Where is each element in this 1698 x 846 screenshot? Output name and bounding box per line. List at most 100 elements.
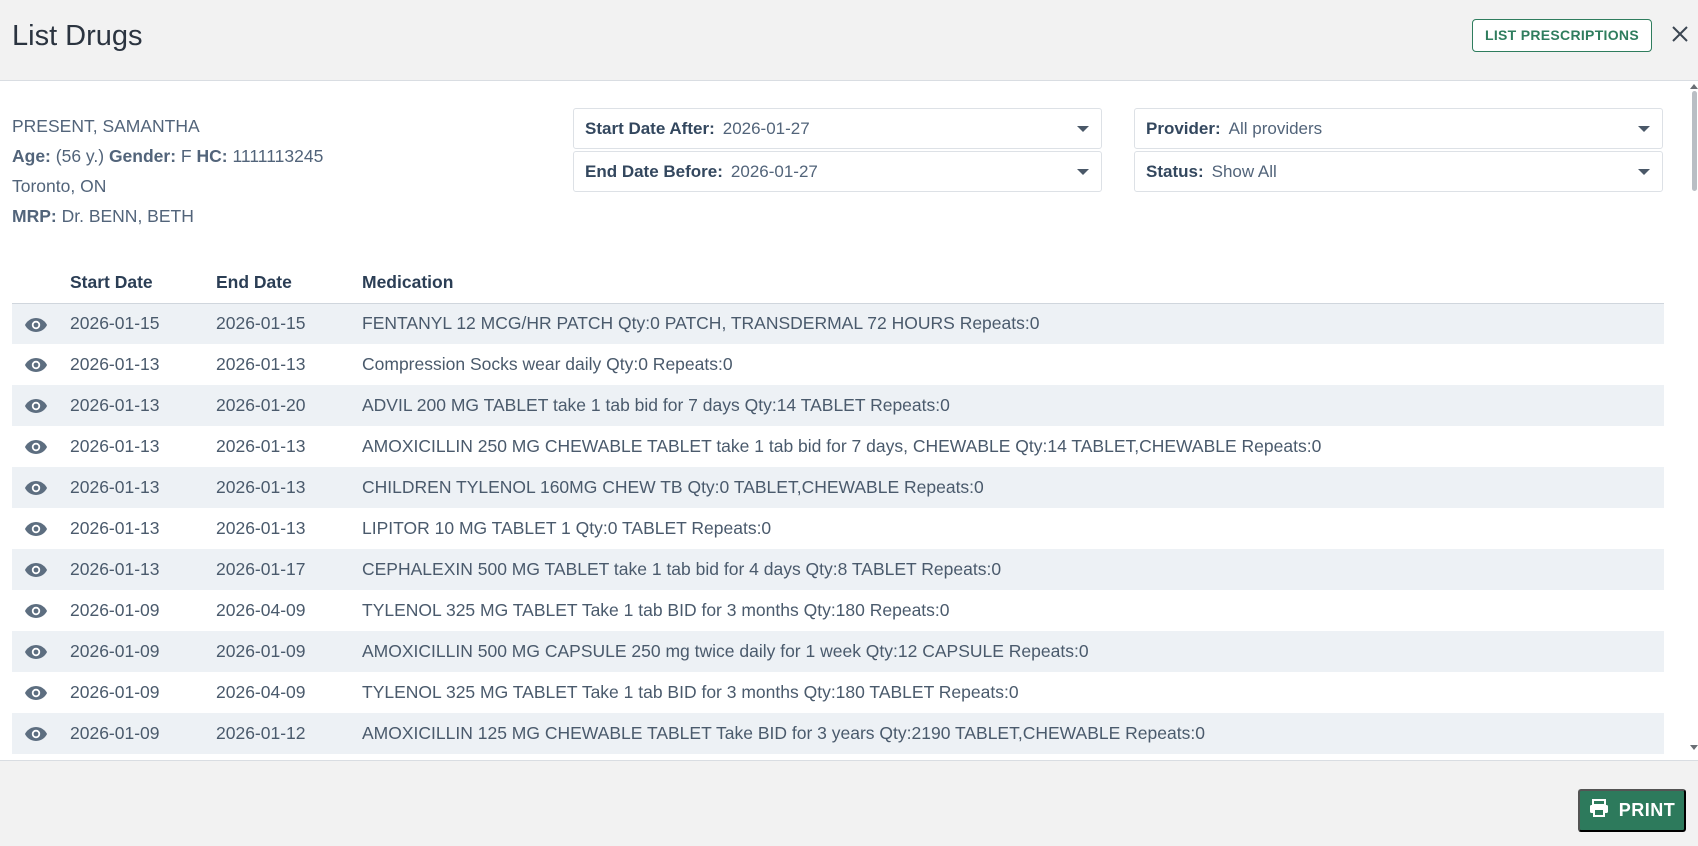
medication-cell: Compression Socks wear daily Qty:0 Repea… (362, 354, 733, 374)
eye-icon[interactable] (24, 685, 48, 701)
eye-icon[interactable] (24, 603, 48, 619)
patient-demographics: Age: (56 y.) Gender: F HC: 1111113245 (12, 141, 323, 171)
end-date-cell: 2026-01-13 (216, 477, 306, 497)
end-date-cell: 2026-01-13 (216, 354, 306, 374)
table-row: 2026-01-13 2026-01-13 CHILDREN TYLENOL 160… (12, 467, 1664, 508)
patient-location: Toronto, ON (12, 176, 107, 196)
start-date-cell: 2026-01-15 (70, 313, 160, 334)
column-header-icon (12, 259, 70, 304)
end-date-cell: 2026-01-12 (216, 723, 306, 743)
provider-filter[interactable]: Provider: All providers (1134, 108, 1663, 149)
medication-cell: FENTANYL 12 MCG/HR PATCH Qty:0 PATCH, TR… (362, 313, 1040, 334)
end-date-cell: 2026-01-09 (216, 641, 306, 661)
patient-name: PRESENT, SAMANTHA (12, 116, 200, 136)
age-value: (56 y.) (55, 146, 105, 166)
scroll-up-icon[interactable] (1690, 84, 1698, 89)
medication-cell: AMOXICILLIN 500 MG CAPSULE 250 mg twice … (362, 641, 1089, 661)
start-date-cell: 2026-01-13 (70, 477, 160, 497)
end-date-cell: 2026-01-17 (216, 559, 306, 579)
column-header-start-date[interactable]: Start Date (70, 259, 216, 304)
hc-label: HC: (196, 146, 228, 166)
mrp-value: Dr. BENN, BETH (61, 206, 194, 226)
scroll-down-icon[interactable] (1690, 745, 1698, 750)
start-date-cell: 2026-01-13 (70, 354, 160, 374)
end-date-label: End Date Before: (585, 162, 723, 181)
column-header-medication[interactable]: Medication (362, 259, 1664, 304)
medication-cell: TYLENOL 325 MG TABLET Take 1 tab BID for… (362, 600, 950, 620)
status-label: Status: (1146, 162, 1204, 181)
start-date-cell: 2026-01-09 (70, 600, 160, 620)
chevron-down-icon (1077, 169, 1089, 175)
table-row: 2026-01-09 2026-04-09 TYLENOL 325 MG TABLE… (12, 672, 1664, 713)
eye-icon[interactable] (24, 439, 48, 455)
print-label: PRINT (1618, 800, 1676, 820)
table-row: 2026-01-13 2026-01-13 LIPITOR 10 MG TABLET… (12, 508, 1664, 549)
start-date-cell: 2026-01-13 (70, 436, 160, 456)
modal-header: List Drugs LIST PRESCRIPTIONS (0, 0, 1698, 81)
end-date-cell: 2026-04-09 (216, 600, 306, 620)
eye-icon[interactable] (24, 521, 48, 537)
start-date-label: Start Date After: (585, 119, 715, 138)
chevron-down-icon (1638, 126, 1650, 132)
eye-icon[interactable] (24, 726, 48, 742)
start-date-cell: 2026-01-09 (70, 641, 160, 661)
print-button[interactable]: PRINT (1578, 789, 1686, 832)
start-date-cell: 2026-01-13 (70, 395, 160, 415)
table-header-row: Start Date End Date Medication (12, 259, 1664, 304)
hc-value: 1111113245 (232, 146, 324, 166)
table-row: 2026-01-09 2026-01-09 AMOXICILLIN 500 MG C… (12, 631, 1664, 672)
table-row: 2026-01-13 2026-01-13 AMOXICILLIN 250 MG C… (12, 426, 1664, 467)
chevron-down-icon (1077, 126, 1089, 132)
scrollbar-thumb[interactable] (1692, 91, 1697, 191)
eye-icon[interactable] (24, 644, 48, 660)
close-icon[interactable] (1668, 22, 1692, 46)
medication-cell: CHILDREN TYLENOL 160MG CHEW TB Qty:0 TAB… (362, 477, 984, 497)
start-date-filter[interactable]: Start Date After: 2026-01-27 (573, 108, 1102, 149)
table-row: 2026-01-09 2026-04-09 TYLENOL 325 MG TABLE… (12, 590, 1664, 631)
medication-cell: TYLENOL 325 MG TABLET Take 1 tab BID for… (362, 682, 1019, 702)
page-title: List Drugs (12, 20, 143, 52)
medication-cell: AMOXICILLIN 125 MG CHEWABLE TABLET Take … (362, 723, 1205, 743)
medication-cell: LIPITOR 10 MG TABLET 1 Qty:0 TABLET Repe… (362, 518, 772, 538)
end-date-cell: 2026-01-13 (216, 436, 306, 456)
table-row: 2026-01-15 2026-01-15 FENTANYL 12 MCG/HR P… (12, 303, 1664, 344)
table-row: 2026-01-13 2026-01-20 ADVIL 200 MG TABLET … (12, 385, 1664, 426)
printer-icon (1589, 799, 1609, 822)
list-prescriptions-button[interactable]: LIST PRESCRIPTIONS (1472, 19, 1652, 52)
provider-value: All providers (1228, 119, 1323, 138)
status-filter[interactable]: Status: Show All (1134, 151, 1663, 192)
patient-info: PRESENT, SAMANTHA Age: (56 y.) Gender: F… (12, 111, 323, 231)
eye-icon[interactable] (24, 398, 48, 414)
eye-icon[interactable] (24, 480, 48, 496)
start-date-cell: 2026-01-13 (70, 518, 160, 538)
drugs-table: Start Date End Date Medication 2026-01-1… (12, 259, 1664, 754)
provider-label: Provider: (1146, 119, 1221, 138)
mrp-label: MRP: (12, 206, 57, 226)
eye-icon[interactable] (24, 357, 48, 373)
patient-mrp: MRP: Dr. BENN, BETH (12, 201, 323, 231)
start-date-cell: 2026-01-09 (70, 723, 160, 743)
chevron-down-icon (1638, 169, 1650, 175)
start-date-value: 2026-01-27 (722, 119, 810, 138)
eye-icon[interactable] (24, 562, 48, 578)
end-date-cell: 2026-01-13 (216, 518, 306, 538)
status-value: Show All (1211, 162, 1277, 181)
start-date-cell: 2026-01-09 (70, 682, 160, 702)
table-row: 2026-01-13 2026-01-17 CEPHALEXIN 500 MG TA… (12, 549, 1664, 590)
end-date-value: 2026-01-27 (730, 162, 818, 181)
gender-label: Gender: (108, 146, 177, 166)
medication-cell: CEPHALEXIN 500 MG TABLET take 1 tab bid … (362, 559, 1002, 579)
start-date-cell: 2026-01-13 (70, 559, 160, 579)
medication-cell: AMOXICILLIN 250 MG CHEWABLE TABLET take … (362, 436, 1322, 456)
table-row: 2026-01-13 2026-01-13 Compression Socks we… (12, 344, 1664, 385)
modal-body: PRESENT, SAMANTHA Age: (56 y.) Gender: F… (0, 81, 1698, 761)
medication-cell: ADVIL 200 MG TABLET take 1 tab bid for 7… (362, 395, 950, 415)
end-date-cell: 2026-01-15 (216, 313, 306, 334)
end-date-cell: 2026-04-09 (216, 682, 306, 702)
end-date-filter[interactable]: End Date Before: 2026-01-27 (573, 151, 1102, 192)
end-date-cell: 2026-01-20 (216, 395, 306, 415)
table-row: 2026-01-09 2026-01-12 AMOXICILLIN 125 MG C… (12, 713, 1664, 754)
column-header-end-date[interactable]: End Date (216, 259, 362, 304)
eye-icon[interactable] (24, 317, 48, 333)
age-label: Age: (12, 146, 51, 166)
